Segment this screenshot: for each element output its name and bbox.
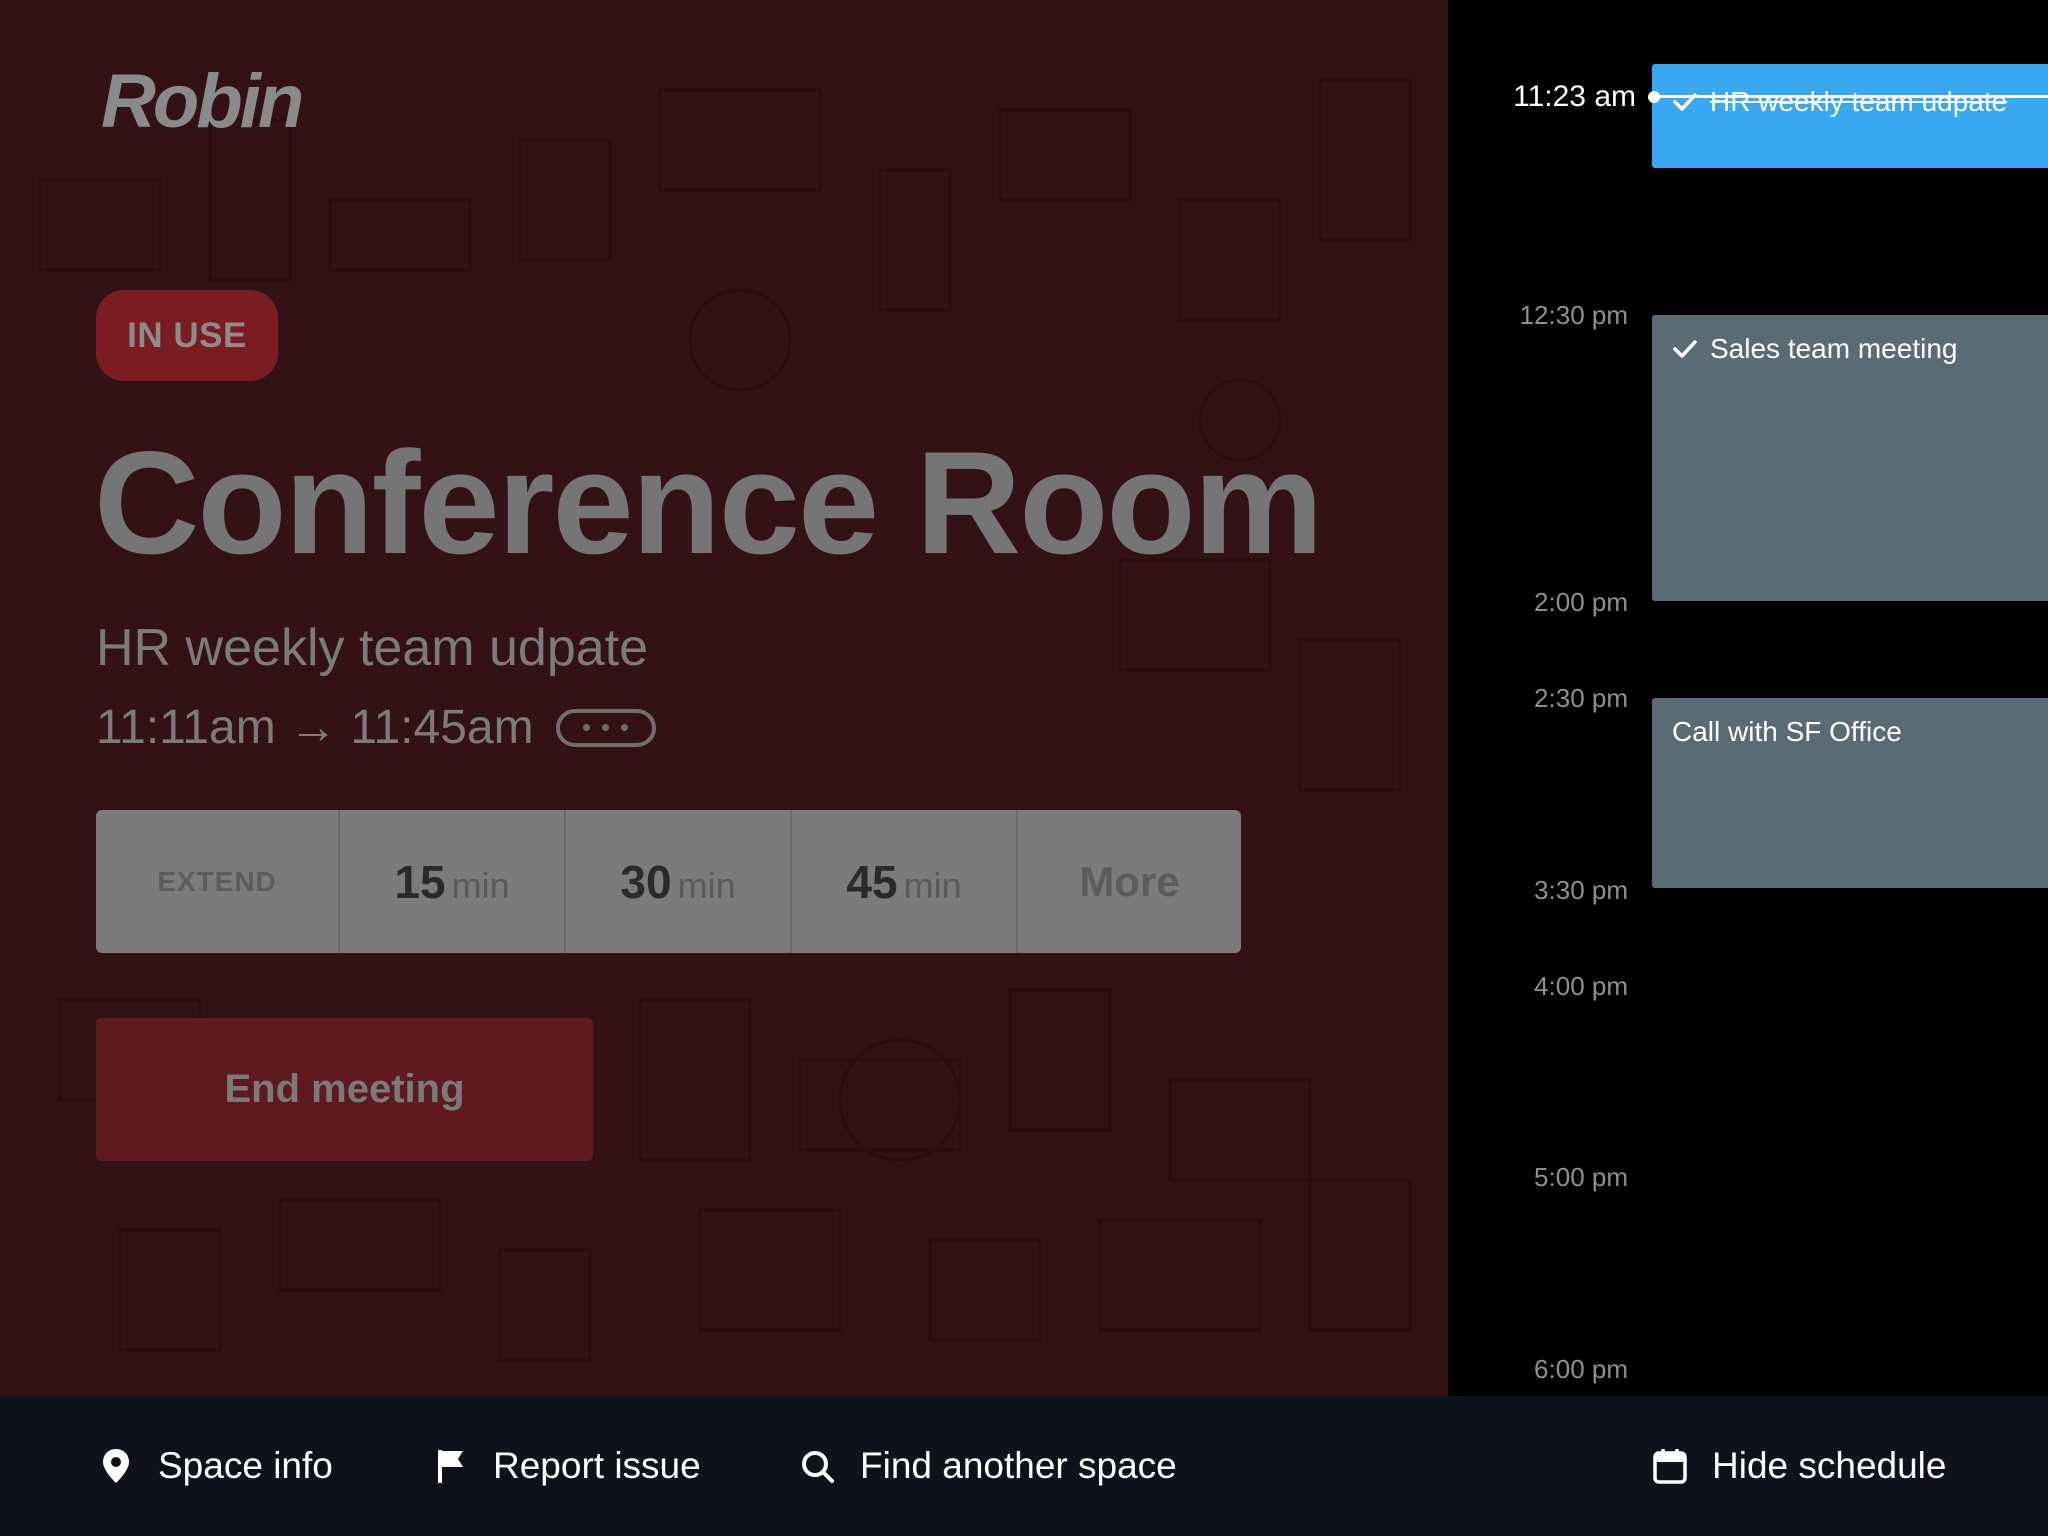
bottom-toolbar: Space info Report issue Find another spa… bbox=[0, 1396, 2048, 1536]
extend-more-button[interactable]: More bbox=[1018, 810, 1241, 953]
hide-schedule-label: Hide schedule bbox=[1712, 1445, 1947, 1486]
room-name: Conference Room bbox=[94, 421, 1323, 584]
meeting-time-range: 11:11am → 11:45am bbox=[96, 701, 534, 754]
extend-30-button[interactable]: 30 min bbox=[566, 810, 792, 953]
meeting-time-row: 11:11am → 11:45am bbox=[96, 700, 656, 755]
location-pin-icon bbox=[103, 1449, 129, 1483]
robin-logo: Robin bbox=[101, 59, 304, 144]
calendar-icon bbox=[1653, 1449, 1687, 1484]
time-label: 4:00 pm bbox=[1534, 971, 1628, 1001]
extend-15-button[interactable]: 15 min bbox=[340, 810, 566, 953]
time-label: 5:00 pm bbox=[1534, 1162, 1628, 1192]
extend-15-number: 15 bbox=[394, 855, 446, 908]
time-label: 12:30 pm bbox=[1519, 300, 1628, 330]
extend-label: EXTEND bbox=[96, 810, 340, 953]
time-label: 6:00 pm bbox=[1534, 1354, 1628, 1384]
current-time-line bbox=[1653, 95, 2048, 98]
event-title: HR weekly team udpate bbox=[1710, 86, 2008, 117]
dot bbox=[583, 724, 591, 731]
search-icon bbox=[802, 1451, 834, 1483]
extend-30-number: 30 bbox=[620, 855, 672, 908]
time-label: 2:00 pm bbox=[1534, 587, 1628, 617]
schedule-event[interactable]: HR weekly team udpate bbox=[1652, 64, 2048, 168]
current-meeting-title: HR weekly team udpate bbox=[96, 619, 649, 677]
status-badge: IN USE bbox=[96, 290, 278, 381]
schedule-event[interactable]: Call with SF Office bbox=[1652, 698, 2048, 888]
extend-45-number: 45 bbox=[846, 855, 898, 908]
find-space-label: Find another space bbox=[860, 1445, 1177, 1486]
extend-30-unit: min bbox=[677, 864, 736, 906]
extend-15-unit: min bbox=[451, 864, 510, 906]
flag-icon bbox=[438, 1450, 463, 1483]
dot bbox=[621, 724, 629, 731]
time-label: 3:30 pm bbox=[1534, 875, 1628, 905]
meeting-details-more-icon[interactable] bbox=[555, 708, 656, 747]
check-icon bbox=[1673, 340, 1697, 358]
find-space-button[interactable]: Find another space bbox=[800, 1396, 1177, 1536]
check-icon bbox=[1673, 93, 1697, 111]
current-time-label: 11:23 am bbox=[1513, 80, 1636, 113]
time-label: 2:30 pm bbox=[1534, 683, 1628, 713]
hide-schedule-button[interactable]: Hide schedule bbox=[1652, 1396, 1946, 1536]
current-time-dot bbox=[1648, 91, 1660, 103]
background-pattern bbox=[38, 78, 1412, 1362]
event-title: Call with SF Office bbox=[1672, 716, 1902, 747]
space-info-label: Space info bbox=[158, 1445, 333, 1486]
extend-45-button[interactable]: 45 min bbox=[792, 810, 1018, 953]
report-issue-label: Report issue bbox=[493, 1445, 701, 1486]
space-info-button[interactable]: Space info bbox=[98, 1396, 333, 1536]
extend-45-unit: min bbox=[903, 864, 962, 906]
dot bbox=[602, 724, 610, 731]
extend-meeting-bar: EXTEND 15 min 30 min 45 min More bbox=[96, 810, 1241, 953]
schedule-panel: 11:23 am HR weekly team udpate 12:30 pm … bbox=[1448, 0, 2048, 1396]
schedule-event[interactable]: Sales team meeting bbox=[1652, 315, 2048, 601]
event-title: Sales team meeting bbox=[1710, 333, 1958, 364]
room-status-panel: Robin IN USE Conference Room HR weekly t… bbox=[0, 0, 1448, 1396]
report-issue-button[interactable]: Report issue bbox=[433, 1396, 701, 1536]
end-meeting-button[interactable]: End meeting bbox=[96, 1018, 593, 1161]
